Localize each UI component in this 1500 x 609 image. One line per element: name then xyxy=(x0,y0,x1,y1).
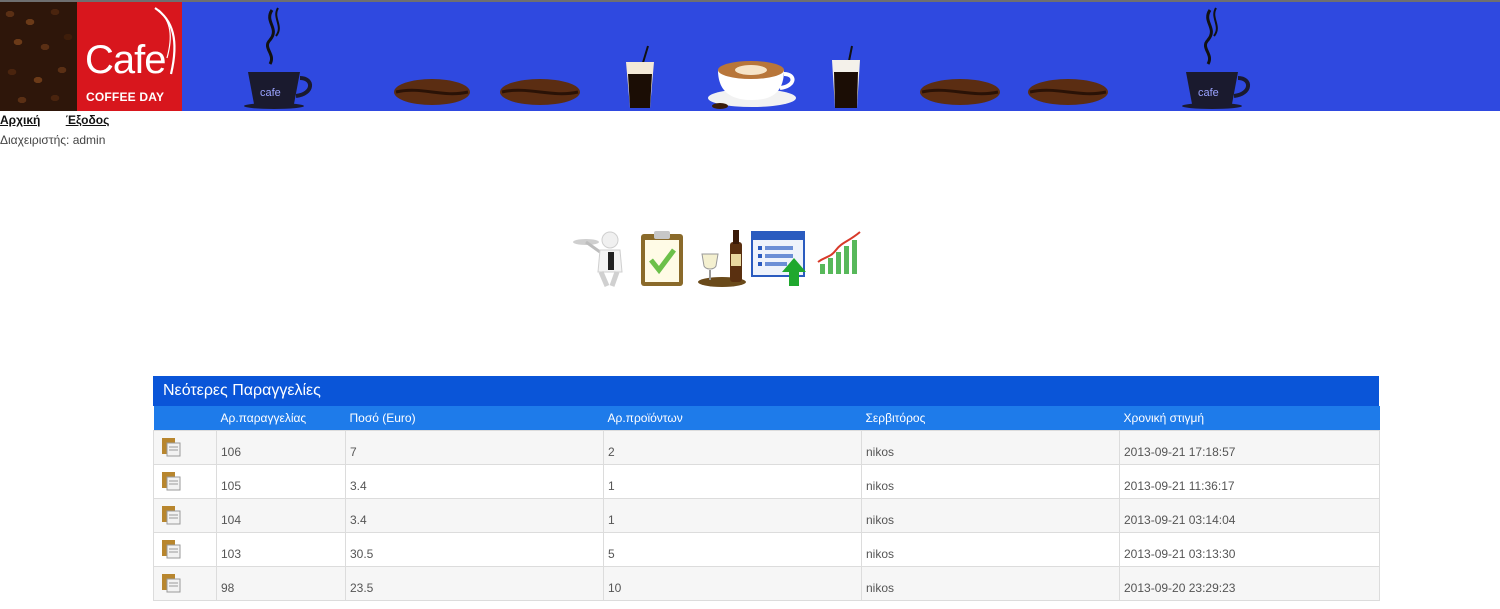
latest-orders-title: Νεότερες Παραγγελίες xyxy=(153,376,1379,406)
cappuccino-cup-icon xyxy=(708,61,796,109)
order-number: 103 xyxy=(216,532,346,567)
order-details-cell xyxy=(153,498,217,533)
top-nav: Αρχική Έξοδος xyxy=(0,113,131,127)
order-waiter: nikos xyxy=(861,464,1120,499)
order-timestamp: 2013-09-20 23:29:23 xyxy=(1119,566,1380,601)
nav-logout-link[interactable]: Έξοδος xyxy=(66,113,110,127)
upload-list-icon[interactable] xyxy=(750,228,808,288)
checklist-icon[interactable] xyxy=(638,228,686,288)
col-header-waiter: Σερβιτόρος xyxy=(861,406,1120,431)
col-header-icon xyxy=(153,406,217,431)
col-header-items: Αρ.προϊόντων xyxy=(603,406,862,431)
col-header-amount: Ποσό (Euro) xyxy=(345,406,604,431)
cafe-coffee-day-logo: Cafe COFFEE DAY xyxy=(77,2,182,111)
latest-orders-panel: Νεότερες Παραγγελίες Αρ.παραγγελίας Ποσό… xyxy=(153,376,1380,601)
order-number: 98 xyxy=(216,566,346,601)
drinks-icon[interactable] xyxy=(696,228,748,288)
order-item-count: 5 xyxy=(603,532,862,567)
order-amount: 30.5 xyxy=(345,532,604,567)
cup-text: cafe xyxy=(260,87,281,99)
order-details-cell xyxy=(153,464,217,499)
order-timestamp: 2013-09-21 03:13:30 xyxy=(1119,532,1380,567)
order-item-count: 2 xyxy=(603,430,862,465)
coffee-beans-image xyxy=(0,2,77,111)
order-number: 105 xyxy=(216,464,346,499)
order-timestamp: 2013-09-21 03:14:04 xyxy=(1119,498,1380,533)
coffee-bean-icon xyxy=(500,79,580,105)
order-amount: 23.5 xyxy=(345,566,604,601)
order-details-cell xyxy=(153,430,217,465)
order-waiter: nikos xyxy=(861,532,1120,567)
frappe-glass-icon xyxy=(832,45,860,108)
iced-coffee-glass-icon xyxy=(626,45,654,108)
order-waiter: nikos xyxy=(861,498,1120,533)
order-details-icon[interactable] xyxy=(160,470,182,492)
order-amount: 7 xyxy=(345,430,604,465)
cup-text: cafe xyxy=(1198,87,1219,99)
admin-user-label: Διαχειριστής: admin xyxy=(0,133,106,147)
order-timestamp: 2013-09-21 11:36:17 xyxy=(1119,464,1380,499)
order-amount: 3.4 xyxy=(345,464,604,499)
order-details-icon[interactable] xyxy=(160,538,182,560)
order-item-count: 1 xyxy=(603,498,862,533)
order-item-count: 10 xyxy=(603,566,862,601)
coffee-bean-icon xyxy=(920,79,1000,105)
orders-header-row: Αρ.παραγγελίας Ποσό (Euro) Αρ.προϊόντων … xyxy=(153,406,1380,431)
col-header-order-no: Αρ.παραγγελίας xyxy=(216,406,346,431)
order-number: 106 xyxy=(216,430,346,465)
table-row[interactable]: 104 3.4 1 nikos 2013-09-21 03:14:04 xyxy=(153,498,1380,533)
coffee-bean-icon xyxy=(1028,79,1108,105)
order-waiter: nikos xyxy=(861,430,1120,465)
order-details-icon[interactable] xyxy=(160,572,182,594)
table-row[interactable]: 98 23.5 10 nikos 2013-09-20 23:29:23 xyxy=(153,566,1380,601)
steaming-cup-icon: cafe xyxy=(1182,7,1250,109)
coffee-bean-icon xyxy=(394,79,470,105)
order-details-icon[interactable] xyxy=(160,436,182,458)
logo-swirl-icon xyxy=(154,7,176,75)
order-details-icon[interactable] xyxy=(160,504,182,526)
orders-table: Αρ.παραγγελίας Ποσό (Euro) Αρ.προϊόντων … xyxy=(153,406,1380,601)
table-row[interactable]: 103 30.5 5 nikos 2013-09-21 03:13:30 xyxy=(153,532,1380,567)
order-waiter: nikos xyxy=(861,566,1120,601)
order-timestamp: 2013-09-21 17:18:57 xyxy=(1119,430,1380,465)
order-details-cell xyxy=(153,566,217,601)
steaming-cup-icon: cafe xyxy=(244,7,312,109)
table-row[interactable]: 105 3.4 1 nikos 2013-09-21 11:36:17 xyxy=(153,464,1380,499)
col-header-time: Χρονική στιγμή xyxy=(1119,406,1380,431)
stats-chart-icon[interactable] xyxy=(816,228,864,278)
order-number: 104 xyxy=(216,498,346,533)
nav-home-link[interactable]: Αρχική xyxy=(0,113,40,127)
logo-subtext: COFFEE DAY xyxy=(86,90,165,104)
table-row[interactable]: 106 7 2 nikos 2013-09-21 17:18:57 xyxy=(153,430,1380,465)
order-amount: 3.4 xyxy=(345,498,604,533)
waiter-icon[interactable] xyxy=(572,228,628,288)
order-item-count: 1 xyxy=(603,464,862,499)
header-banner: Cafe COFFEE DAY cafe cafe xyxy=(0,0,1500,111)
order-details-cell xyxy=(153,532,217,567)
